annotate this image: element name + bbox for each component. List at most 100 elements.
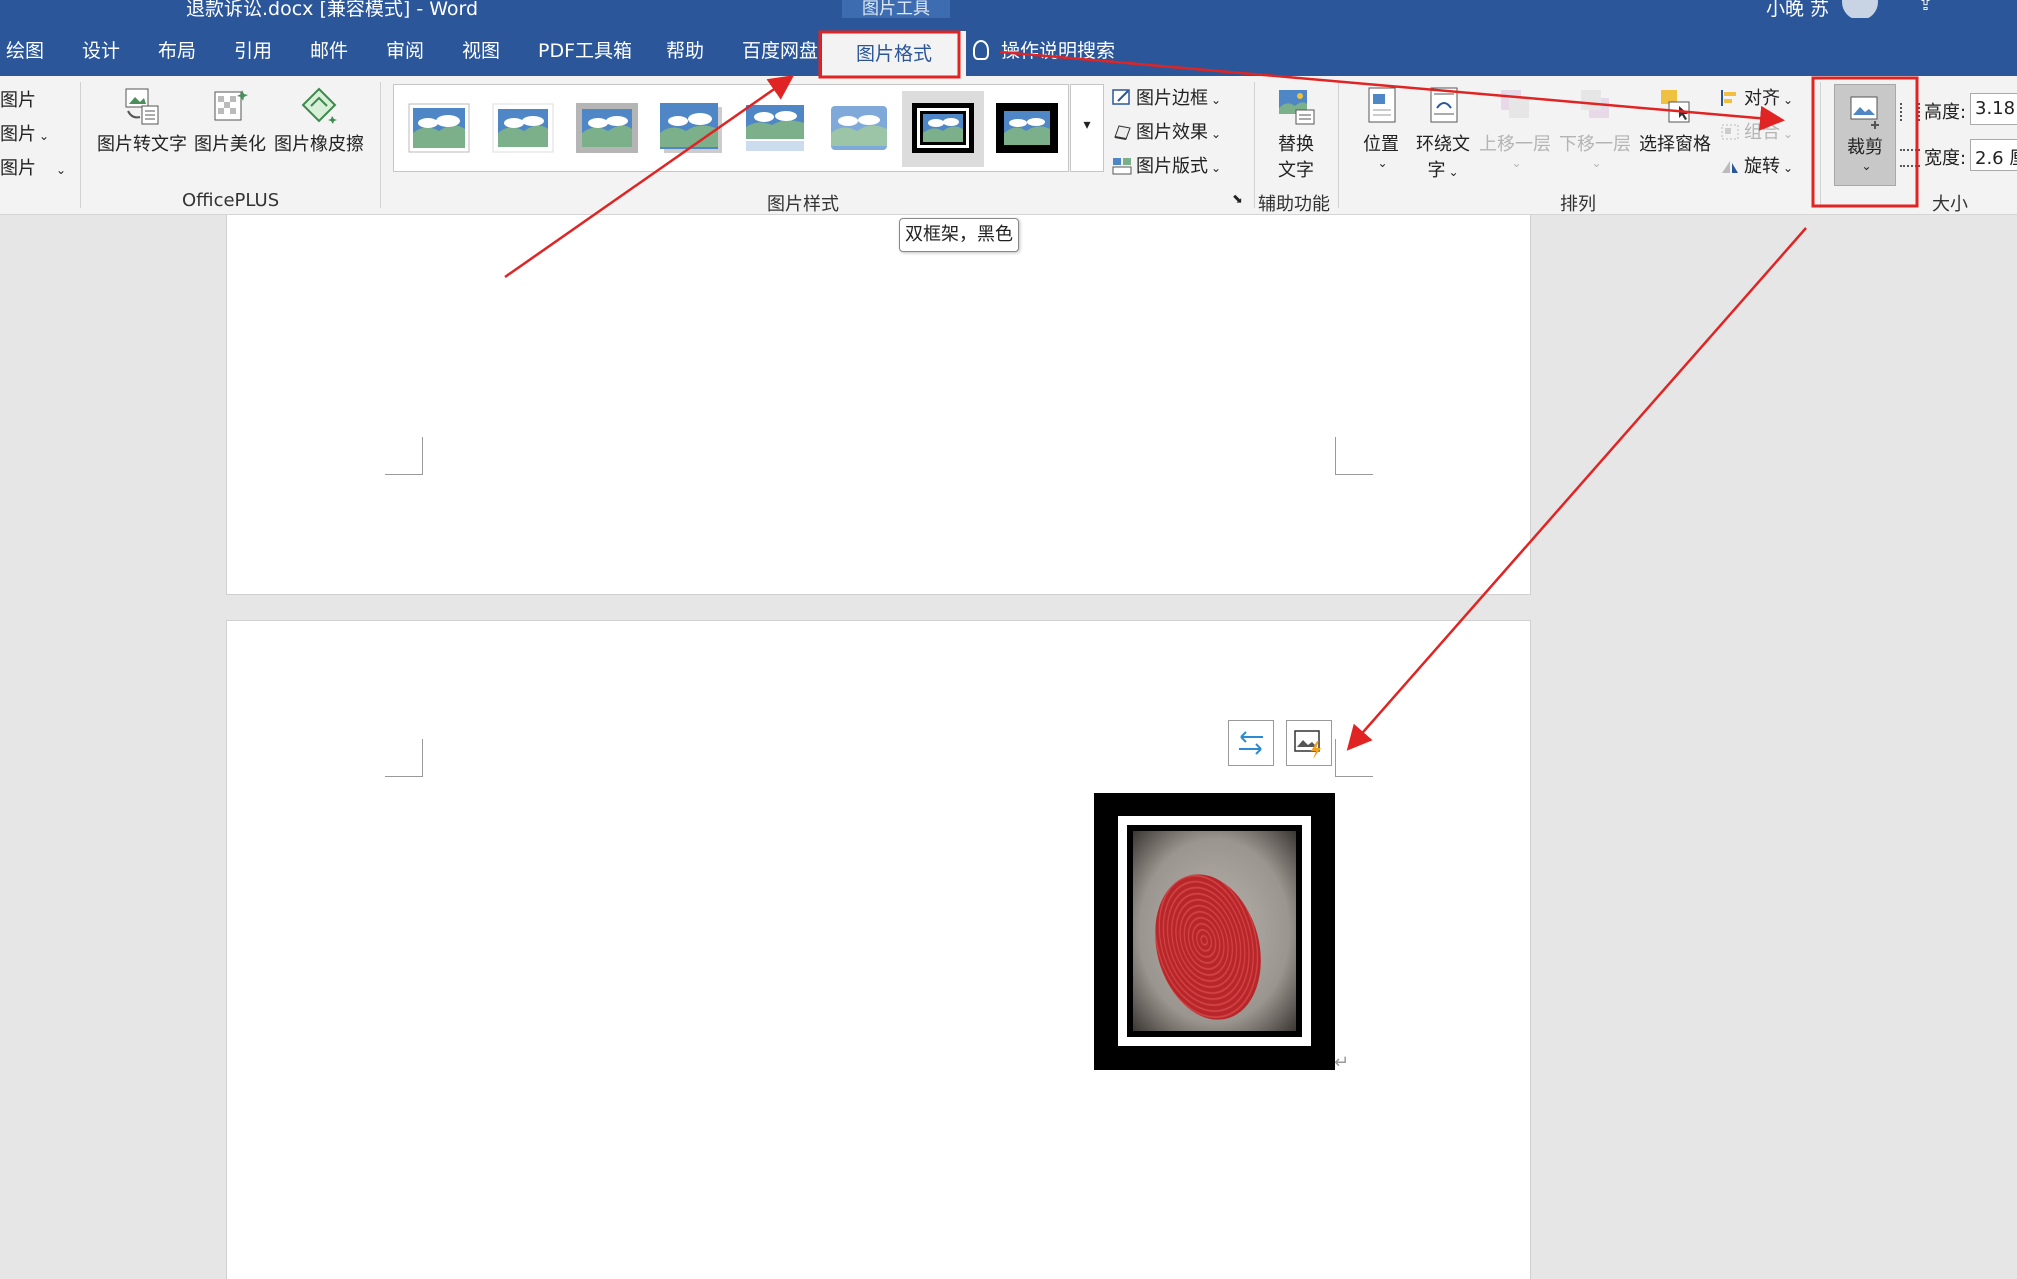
wrap-text-label-line1: 环绕文	[1416, 134, 1470, 155]
picture-command-3[interactable]: 图片 ⌄	[0, 154, 66, 180]
picture-style-reflected[interactable]	[734, 91, 816, 167]
chevron-down-icon: ⌄	[1783, 161, 1794, 175]
tab-pdf-toolbox[interactable]: PDF工具箱	[538, 36, 632, 63]
picture-effects-label: 图片效果	[1136, 122, 1208, 143]
margin-corner-mark	[385, 739, 423, 777]
dialog-launcher-icon[interactable]: ⬊	[1232, 192, 1243, 207]
picture-to-text-button[interactable]: 图片转文字	[96, 86, 188, 156]
picture-style-double-frame-black[interactable]	[902, 91, 984, 167]
chevron-down-icon: ⌄	[1591, 156, 1602, 170]
margin-corner-mark	[1335, 437, 1373, 475]
group-divider	[1338, 82, 1339, 208]
picture-beautify-button[interactable]: 图片美化	[192, 86, 268, 156]
tab-draw[interactable]: 绘图	[6, 36, 44, 63]
gallery-more-button[interactable]: ▾	[1070, 84, 1104, 172]
selection-pane-button[interactable]: 选择窗格	[1636, 86, 1714, 156]
position-button[interactable]: 位置 ⌄	[1356, 86, 1406, 170]
tab-review[interactable]: 审阅	[386, 36, 424, 63]
document-page-1[interactable]	[226, 215, 1531, 595]
document-page-2[interactable]	[226, 620, 1531, 1279]
picture-border-label: 图片边框	[1136, 88, 1208, 109]
margin-corner-mark	[385, 437, 423, 475]
send-backward-button[interactable]: 下移一层 ⌄	[1556, 86, 1634, 170]
group-divider	[380, 82, 381, 208]
tab-baidu-netdisk[interactable]: 百度网盘	[742, 36, 818, 63]
tell-me-search[interactable]: 操作说明搜索	[973, 36, 1115, 63]
picture-command-1[interactable]: 图片	[0, 86, 36, 112]
shape-width-input[interactable]: 2.6 厘	[1970, 139, 2017, 171]
picture-tools-label: 图片工具	[842, 0, 950, 18]
inserted-picture-fingerprint[interactable]	[1094, 793, 1335, 1070]
picture-border-button[interactable]: 图片边框 ⌄	[1112, 84, 1221, 110]
wrap-text-label-line2-text: 字	[1427, 160, 1446, 181]
picture-layout-label: 图片版式	[1136, 156, 1208, 177]
shape-width-control: 宽度:	[1900, 144, 1966, 170]
picture-style-preview	[660, 103, 722, 153]
picture-style-metal-frame[interactable]	[566, 91, 648, 167]
user-name[interactable]: 小晚 苏	[1766, 0, 1829, 18]
group-objects-button[interactable]: 组合 ⌄	[1720, 118, 1793, 144]
ribbon: 图片 图片 ⌄ 图片 ⌄ 图片转文字 图片美化 图片橡皮擦 OfficePLUS ▾…	[0, 76, 2017, 215]
alt-text-button[interactable]: 替换 文字	[1266, 86, 1326, 182]
picture-style-preview	[492, 103, 554, 153]
height-label: 高度:	[1924, 102, 1967, 123]
group-divider	[1254, 82, 1255, 208]
picture-layout-button[interactable]: 图片版式 ⌄	[1112, 152, 1221, 178]
alt-text-label-line2: 文字	[1278, 160, 1314, 181]
rotate-button[interactable]: 旋转 ⌄	[1720, 152, 1793, 178]
wrap-text-button[interactable]: 环绕文 字 ⌄	[1414, 86, 1472, 182]
position-icon	[1368, 87, 1396, 123]
picture-style-preview	[912, 103, 974, 153]
picture-style-simple-frame-white[interactable]	[398, 91, 480, 167]
bring-forward-button[interactable]: 上移一层 ⌄	[1476, 86, 1554, 170]
picture-eraser-button[interactable]: 图片橡皮擦	[272, 86, 366, 156]
tab-references[interactable]: 引用	[234, 36, 272, 63]
chevron-down-icon: ▾	[1083, 117, 1091, 133]
tab-layout[interactable]: 布局	[158, 36, 196, 63]
picture-style-beveled-matte[interactable]	[482, 91, 564, 167]
group-divider	[80, 82, 81, 208]
shape-height-input[interactable]: 3.18	[1970, 93, 2017, 125]
group-label-size: 大小	[1932, 194, 1968, 215]
picture-command-1-label: 图片	[0, 90, 36, 111]
tab-view[interactable]: 视图	[462, 36, 500, 63]
crop-button[interactable]: 裁剪 ⌄	[1834, 84, 1896, 186]
picture-to-text-label: 图片转文字	[97, 134, 187, 155]
wrap-text-label-line2: 字 ⌄	[1414, 156, 1472, 182]
paragraph-return-mark: ↵	[1334, 1052, 1350, 1073]
layout-options-button[interactable]	[1228, 720, 1274, 766]
chevron-down-icon: ⌄	[1211, 93, 1222, 107]
chevron-down-icon: ⌄	[1511, 156, 1522, 170]
group-label-accessibility: 辅助功能	[1258, 194, 1330, 215]
crop-icon	[1850, 96, 1879, 129]
width-label: 宽度:	[1924, 148, 1967, 169]
design-ideas-button[interactable]	[1286, 720, 1332, 766]
avatar[interactable]	[1842, 0, 1878, 18]
picture-double-frame	[1118, 816, 1311, 1046]
picture-command-2[interactable]: 图片 ⌄	[0, 120, 49, 146]
selection-pane-icon	[1661, 90, 1690, 123]
picture-style-preview	[408, 103, 470, 153]
layout-options-icon	[1239, 731, 1263, 755]
picture-style-thick-matte-black[interactable]	[986, 91, 1068, 167]
tab-help[interactable]: 帮助	[666, 36, 704, 63]
picture-to-text-icon	[125, 88, 159, 125]
picture-beautify-label: 图片美化	[194, 134, 266, 155]
group-objects-label: 组合	[1744, 122, 1780, 143]
chevron-down-icon: ⌄	[1211, 161, 1222, 175]
design-ideas-icon	[1294, 730, 1321, 759]
picture-effects-icon	[1114, 125, 1131, 140]
title-bar: 退款诉讼.docx [兼容模式] - Word 图片工具 小晚 苏 ⇪	[0, 0, 2017, 18]
tell-me-label: 操作说明搜索	[1001, 40, 1116, 62]
picture-style-drop-shadow[interactable]	[650, 91, 732, 167]
picture-style-soft-edge[interactable]	[818, 91, 900, 167]
tab-picture-format[interactable]: 图片格式	[822, 31, 966, 77]
eraser-icon	[301, 87, 337, 124]
picture-effects-button[interactable]: 图片效果 ⌄	[1112, 118, 1221, 144]
tab-design[interactable]: 设计	[82, 36, 120, 63]
share-icon[interactable]: ⇪	[1918, 0, 1933, 15]
style-tooltip: 双框架，黑色	[899, 218, 1019, 252]
tab-mailings[interactable]: 邮件	[310, 36, 348, 63]
align-button[interactable]: 对齐 ⌄	[1720, 84, 1793, 110]
group-label-picture-styles: 图片样式	[767, 194, 839, 215]
